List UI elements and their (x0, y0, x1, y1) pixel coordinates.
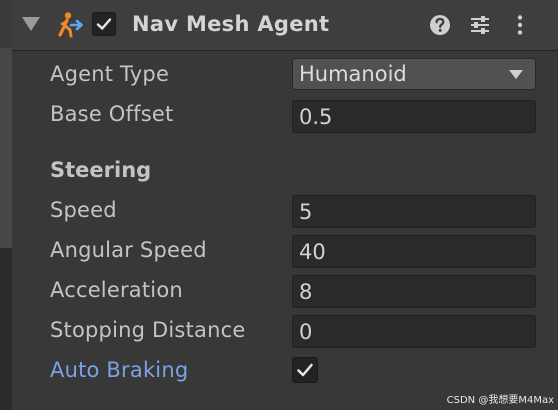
speed-field[interactable]: 5 (292, 195, 536, 228)
angular-speed-field[interactable]: 40 (292, 235, 536, 268)
left-dock-strip-top (0, 0, 12, 48)
base-offset-field[interactable]: 0.5 (292, 100, 536, 133)
help-icon[interactable] (428, 13, 452, 37)
nav-mesh-agent-component: Nav Mesh Agent Agent Type Humanoid Base … (12, 0, 558, 410)
acceleration-field[interactable]: 8 (292, 275, 536, 308)
presets-icon[interactable] (468, 13, 492, 37)
watermark-text: CSDN @我想要M4Max (446, 395, 554, 406)
foldout-arrow-icon[interactable] (22, 17, 40, 31)
component-header[interactable]: Nav Mesh Agent (12, 0, 558, 51)
speed-label: Speed (50, 198, 117, 222)
stopping-distance-field[interactable]: 0 (292, 315, 536, 348)
acceleration-label: Acceleration (50, 278, 183, 302)
checkmark-icon (297, 363, 313, 377)
base-offset-label: Base Offset (50, 102, 174, 126)
checkmark-icon (96, 18, 112, 30)
auto-braking-label: Auto Braking (50, 358, 189, 382)
inspector-frame: Nav Mesh Agent Agent Type Humanoid Base … (0, 0, 558, 410)
angular-speed-label: Angular Speed (50, 238, 207, 262)
left-dock-strip (0, 0, 12, 410)
component-title: Nav Mesh Agent (132, 12, 330, 36)
left-dock-strip-bottom (0, 248, 12, 410)
stopping-distance-label: Stopping Distance (50, 318, 246, 342)
agent-type-dropdown[interactable]: Humanoid (292, 58, 536, 90)
agent-type-label: Agent Type (50, 62, 170, 86)
chevron-down-icon (509, 70, 523, 79)
component-enable-checkbox[interactable] (92, 12, 116, 36)
auto-braking-checkbox[interactable] (292, 357, 318, 383)
steering-section-title: Steering (50, 158, 152, 182)
agent-type-value: Humanoid (299, 62, 407, 86)
more-options-icon[interactable] (508, 13, 532, 37)
nav-mesh-agent-icon (58, 12, 83, 38)
